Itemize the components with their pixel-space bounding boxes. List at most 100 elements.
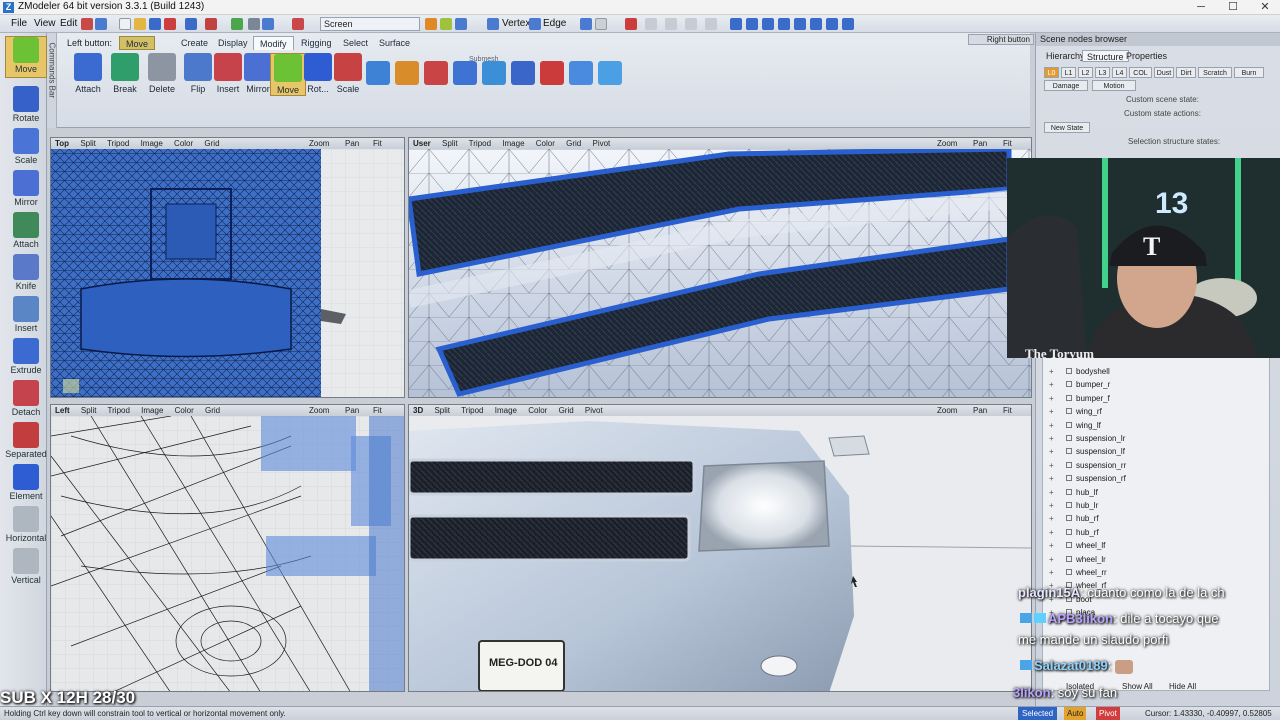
left-button-value[interactable]: Move bbox=[119, 36, 156, 50]
tree-node[interactable]: + bumper_f bbox=[1049, 394, 1110, 403]
viewport-user-pivot[interactable]: Pivot bbox=[592, 139, 610, 148]
tool-detach[interactable]: Detach bbox=[5, 380, 47, 417]
tree-node[interactable]: + wheel_lr bbox=[1049, 555, 1106, 564]
viewport-left[interactable]: Left Split Tripod Image Color Grid Zoom … bbox=[50, 404, 405, 692]
submesh-tool1-icon[interactable] bbox=[366, 61, 390, 85]
viewport-top-grid[interactable]: Grid bbox=[204, 139, 219, 148]
minimize-button[interactable]: ─ bbox=[1186, 0, 1216, 15]
level-l3-button[interactable]: L3 bbox=[1095, 67, 1110, 78]
viewport-left-split[interactable]: Split bbox=[81, 406, 97, 415]
viewport-3d-grid[interactable]: Grid bbox=[559, 406, 574, 415]
expand-icon[interactable]: + bbox=[1049, 568, 1056, 577]
viewport-3d-zoom[interactable]: Zoom bbox=[937, 405, 957, 416]
edge-mode-label[interactable]: Edge bbox=[543, 18, 566, 29]
viewport-left-tripod[interactable]: Tripod bbox=[108, 406, 130, 415]
face-mode-icon[interactable] bbox=[580, 18, 592, 30]
viewport-user-zoom[interactable]: Zoom bbox=[937, 138, 957, 149]
submesh-tool6-icon[interactable] bbox=[511, 61, 535, 85]
viewport-user-pan[interactable]: Pan bbox=[973, 138, 987, 149]
tab-rigging[interactable]: Rigging bbox=[295, 36, 338, 50]
snap2-icon[interactable] bbox=[665, 18, 677, 30]
expand-icon[interactable]: + bbox=[1049, 461, 1056, 470]
viewport-3d-canvas[interactable]: MEG-DOD 04 bbox=[409, 416, 1031, 691]
submesh-tool4-icon[interactable] bbox=[453, 61, 477, 85]
open-folder-icon[interactable] bbox=[134, 18, 146, 30]
selected-mode-button[interactable]: Selected bbox=[1018, 707, 1058, 720]
tree-node[interactable]: + bodyshell bbox=[1049, 367, 1110, 376]
level-burn-button[interactable]: Burn bbox=[1234, 67, 1264, 78]
select-z-icon[interactable] bbox=[455, 18, 467, 30]
viewport-3d-tripod[interactable]: Tripod bbox=[461, 406, 483, 415]
help-icon[interactable] bbox=[95, 18, 107, 30]
maximize-button[interactable]: ☐ bbox=[1218, 0, 1248, 15]
tree-node[interactable]: + suspension_rr bbox=[1049, 461, 1126, 470]
tree-node[interactable]: + suspension_rf bbox=[1049, 474, 1126, 483]
show-all-button[interactable]: Show All bbox=[1122, 682, 1153, 691]
viewport-left-image[interactable]: Image bbox=[141, 406, 163, 415]
level-l0-button[interactable]: L0 bbox=[1044, 67, 1059, 78]
expand-icon[interactable]: + bbox=[1049, 380, 1056, 389]
cut-icon[interactable] bbox=[205, 18, 217, 30]
level-dirt-button[interactable]: Dirt bbox=[1176, 67, 1196, 78]
view-flag2-icon[interactable] bbox=[746, 18, 758, 30]
expand-icon[interactable]: + bbox=[1049, 501, 1056, 510]
motion-dropdown[interactable]: Motion bbox=[1092, 80, 1136, 91]
tab-display[interactable]: Display bbox=[212, 36, 254, 50]
tree-node[interactable]: + hub_rf bbox=[1049, 528, 1099, 537]
tree-node[interactable]: + suspension_lr bbox=[1049, 434, 1125, 443]
view-flag1-icon[interactable] bbox=[730, 18, 742, 30]
expand-icon[interactable]: + bbox=[1049, 555, 1056, 564]
viewport-top-tripod[interactable]: Tripod bbox=[107, 139, 129, 148]
ribbon-attach-button[interactable]: Attach bbox=[70, 53, 106, 94]
edge-mode-icon[interactable] bbox=[529, 18, 541, 30]
menu-edit[interactable]: Edit bbox=[60, 18, 77, 29]
ribbon-scale-button[interactable]: Scale bbox=[330, 53, 366, 94]
ribbon-break-button[interactable]: Break bbox=[107, 53, 143, 94]
tree-node[interactable]: + hub_lr bbox=[1049, 501, 1098, 510]
expand-icon[interactable]: + bbox=[1049, 541, 1056, 550]
view-flag6-icon[interactable] bbox=[810, 18, 822, 30]
viewport-user-tripod[interactable]: Tripod bbox=[469, 139, 491, 148]
tree-node[interactable]: + hub_lf bbox=[1049, 488, 1098, 497]
expand-icon[interactable]: + bbox=[1049, 394, 1056, 403]
tree-node[interactable]: + bumper_r bbox=[1049, 380, 1110, 389]
ribbon-delete-button[interactable]: Delete bbox=[144, 53, 180, 94]
viewport-left-zoom[interactable]: Zoom bbox=[309, 405, 329, 416]
tree-node[interactable]: + wheel_rr bbox=[1049, 568, 1107, 577]
tool-horizontal[interactable]: Horizontal bbox=[5, 506, 47, 543]
snap-icon[interactable] bbox=[645, 18, 657, 30]
delete-tool-icon[interactable] bbox=[292, 18, 304, 30]
tree-node[interactable]: + wheel_lf bbox=[1049, 541, 1105, 550]
close-button[interactable]: ✕ bbox=[1250, 0, 1280, 15]
tab-properties[interactable]: Properties bbox=[1122, 50, 1171, 62]
level-col-button[interactable]: COL bbox=[1129, 67, 1152, 78]
tab-create[interactable]: Create bbox=[175, 36, 214, 50]
tool-attach[interactable]: Attach bbox=[5, 212, 47, 249]
viewport-left-fit[interactable]: Fit bbox=[373, 405, 382, 416]
viewport-3d-pivot[interactable]: Pivot bbox=[585, 406, 603, 415]
viewport-3d-split[interactable]: Split bbox=[434, 406, 450, 415]
expand-icon[interactable]: + bbox=[1049, 474, 1056, 483]
view-flag4-icon[interactable] bbox=[778, 18, 790, 30]
damage-dropdown[interactable]: Damage bbox=[1044, 80, 1088, 91]
viewport-top-zoom[interactable]: Zoom bbox=[309, 138, 329, 149]
level-dust-button[interactable]: Dust bbox=[1154, 67, 1174, 78]
viewport-3d-fit[interactable]: Fit bbox=[1003, 405, 1012, 416]
save-icon[interactable] bbox=[149, 18, 161, 30]
viewport-left-grid[interactable]: Grid bbox=[205, 406, 220, 415]
viewport-user-canvas[interactable] bbox=[409, 146, 1031, 397]
expand-icon[interactable]: + bbox=[1049, 447, 1056, 456]
vertex-mode-label[interactable]: Vertex bbox=[502, 18, 530, 29]
viewport-3d-pan[interactable]: Pan bbox=[973, 405, 987, 416]
viewport-top-pan[interactable]: Pan bbox=[345, 138, 359, 149]
viewport-user-split[interactable]: Split bbox=[442, 139, 458, 148]
view-flag5-icon[interactable] bbox=[794, 18, 806, 30]
viewport-top-image[interactable]: Image bbox=[141, 139, 163, 148]
menu-view[interactable]: View bbox=[34, 18, 56, 29]
tab-select[interactable]: Select bbox=[337, 36, 374, 50]
viewport-3d-image[interactable]: Image bbox=[495, 406, 517, 415]
tool-scale[interactable]: Scale bbox=[5, 128, 47, 165]
viewport-left-color[interactable]: Color bbox=[175, 406, 194, 415]
tree-node[interactable]: + hub_rf bbox=[1049, 514, 1099, 523]
view-flag7-icon[interactable] bbox=[826, 18, 838, 30]
